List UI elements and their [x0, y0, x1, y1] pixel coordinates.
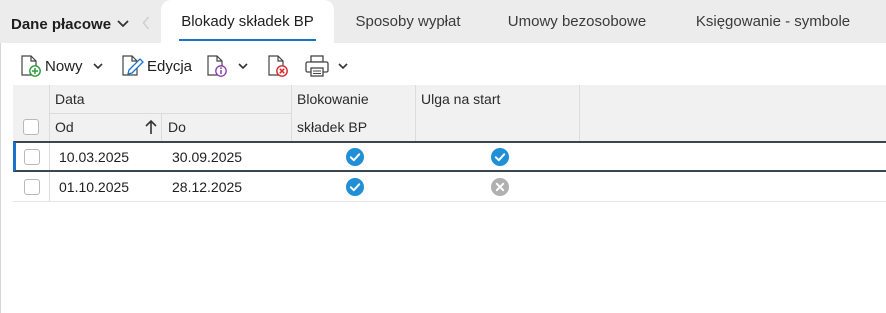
new-dropdown-button[interactable]: [91, 51, 105, 81]
column-divider: [161, 113, 162, 141]
tab-label: Księgowanie - symbole: [695, 13, 851, 30]
column-divider: [415, 85, 416, 141]
header-divider: [49, 113, 291, 114]
row-checkbox-cell: [24, 143, 40, 170]
active-tab-indicator: [179, 39, 316, 41]
column-header-blokowanie-line1[interactable]: Blokowanie: [297, 85, 369, 113]
chevron-down-icon: [238, 63, 248, 69]
new-document-icon: [21, 55, 41, 77]
check-circle-icon: [346, 172, 364, 202]
section-dropdown[interactable]: Dane płacowe: [11, 14, 129, 34]
group-header-data: Data: [55, 91, 85, 107]
column-header-do[interactable]: Do: [168, 113, 186, 141]
cell-od: 01.10.2025: [59, 179, 130, 195]
edit-button[interactable]: Edycja: [120, 51, 192, 81]
delete-button[interactable]: [266, 51, 290, 81]
sort-ascending-icon[interactable]: [144, 119, 158, 140]
edit-button-label: Edycja: [147, 57, 193, 75]
row-checkbox-cell: [24, 172, 40, 202]
tab-label: Sposoby wypłat: [355, 13, 461, 30]
column-divider: [579, 85, 580, 141]
toolbar: Nowy Edycja: [1, 51, 886, 81]
content-panel: Nowy Edycja Data Blokowanie składek BP U…: [0, 43, 886, 313]
check-circle-icon: [346, 143, 364, 170]
tab-umowy-bezosobowe[interactable]: Umowy bezosobowe: [493, 0, 661, 43]
column-divider: [49, 172, 50, 202]
printer-icon: [305, 55, 329, 77]
column-divider: [291, 85, 292, 141]
chevron-down-icon: [338, 63, 348, 69]
cell-od: 10.03.2025: [59, 148, 130, 165]
new-button-label: Nowy: [45, 57, 83, 75]
info-button[interactable]: [205, 51, 229, 81]
tab-sposoby-wyplat[interactable]: Sposoby wypłat: [340, 0, 476, 43]
select-all-checkbox[interactable]: [23, 119, 39, 135]
tabs-scroll-left-button[interactable]: [140, 14, 152, 32]
cell-do: 28.12.2025: [172, 179, 243, 195]
new-button[interactable]: Nowy: [19, 51, 83, 81]
chevron-left-icon: [142, 16, 150, 30]
delete-document-icon: [268, 55, 288, 77]
row-checkbox[interactable]: [24, 179, 40, 195]
section-title: Dane płacowe: [11, 15, 112, 33]
grid-header: Data Blokowanie składek BP Ulga na start…: [13, 85, 886, 141]
info-dropdown-button[interactable]: [236, 51, 250, 81]
chevron-down-icon: [93, 63, 103, 69]
document-info-icon: [207, 55, 227, 77]
tab-bar: Dane płacowe Blokady składek BP Sposoby …: [0, 0, 886, 43]
print-button[interactable]: [304, 51, 330, 81]
print-dropdown-button[interactable]: [336, 51, 350, 81]
chevron-down-icon: [117, 20, 129, 27]
cross-circle-icon: [491, 172, 509, 202]
tab-ksiegowanie-symbole[interactable]: Księgowanie - symbole: [680, 0, 866, 43]
column-header-blokowanie-line2[interactable]: składek BP: [297, 113, 367, 141]
row-divider: [13, 201, 886, 202]
tab-label: Blokady składek BP: [181, 13, 314, 30]
column-header-ulga-na-start[interactable]: Ulga na start: [421, 85, 500, 113]
table-row[interactable]: 10.03.2025 30.09.2025: [13, 141, 886, 172]
column-divider: [49, 143, 50, 170]
column-header-od[interactable]: Od: [55, 113, 74, 141]
edit-document-icon: [122, 55, 144, 76]
row-checkbox[interactable]: [24, 148, 40, 165]
cell-do: 30.09.2025: [172, 148, 243, 165]
tab-label: Umowy bezosobowe: [507, 13, 647, 30]
table-row[interactable]: 01.10.2025 28.12.2025: [13, 172, 886, 202]
tab-blokady-skladek-bp[interactable]: Blokady składek BP: [161, 0, 334, 43]
check-circle-icon: [491, 143, 509, 170]
